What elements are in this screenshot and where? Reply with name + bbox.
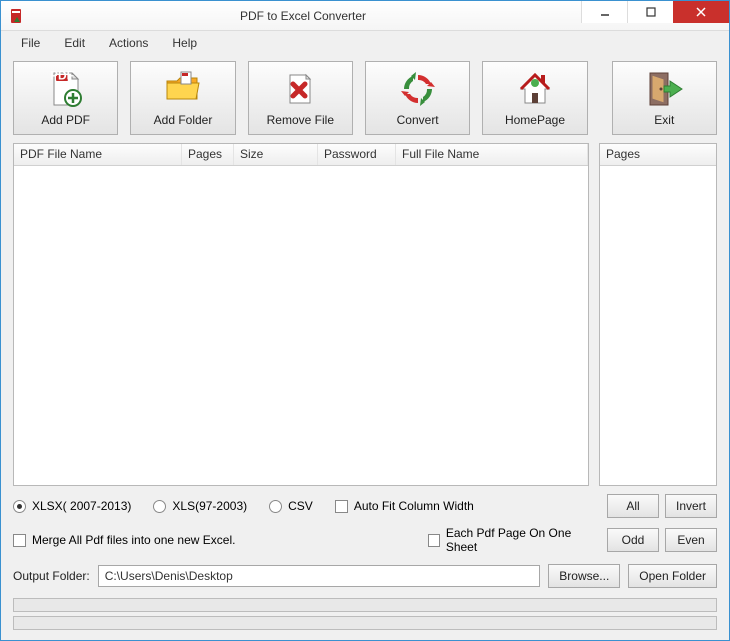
titlebar: PDF to Excel Converter: [1, 1, 729, 31]
radio-icon: [153, 500, 166, 513]
autofit-checkbox[interactable]: Auto Fit Column Width: [335, 499, 474, 513]
format-csv-radio[interactable]: CSV: [269, 499, 313, 513]
file-table[interactable]: PDF File Name Pages Size Password Full F…: [13, 143, 589, 486]
homepage-button[interactable]: HomePage: [482, 61, 587, 135]
pages-table-body[interactable]: [600, 166, 716, 485]
progress-bar-2: [13, 616, 717, 630]
col-password[interactable]: Password: [318, 144, 396, 165]
add-pdf-button[interactable]: PDF Add PDF: [13, 61, 118, 135]
format-xlsx-radio[interactable]: XLSX( 2007-2013): [13, 499, 131, 513]
col-filename[interactable]: PDF File Name: [14, 144, 182, 165]
remove-icon: [280, 69, 320, 109]
homepage-label: HomePage: [505, 113, 565, 127]
add-folder-label: Add Folder: [154, 113, 213, 127]
each-page-label: Each Pdf Page On One Sheet: [446, 526, 595, 554]
file-table-header: PDF File Name Pages Size Password Full F…: [14, 144, 588, 166]
menubar: File Edit Actions Help: [1, 31, 729, 55]
even-button[interactable]: Even: [665, 528, 717, 552]
pages-table[interactable]: Pages: [599, 143, 717, 486]
output-folder-label: Output Folder:: [13, 569, 90, 583]
radio-icon: [269, 500, 282, 513]
browse-button[interactable]: Browse...: [548, 564, 620, 588]
odd-button[interactable]: Odd: [607, 528, 659, 552]
radio-icon: [13, 500, 26, 513]
exit-button[interactable]: Exit: [612, 61, 717, 135]
output-folder-input[interactable]: [98, 565, 541, 587]
pages-table-header: Pages: [600, 144, 716, 166]
format-xls-radio[interactable]: XLS(97-2003): [153, 499, 247, 513]
autofit-label: Auto Fit Column Width: [354, 499, 474, 513]
remove-file-button[interactable]: Remove File: [248, 61, 353, 135]
merge-checkbox[interactable]: Merge All Pdf files into one new Excel.: [13, 533, 406, 547]
format-csv-label: CSV: [288, 499, 313, 513]
menu-file[interactable]: File: [11, 33, 50, 53]
menu-help[interactable]: Help: [162, 33, 207, 53]
remove-file-label: Remove File: [267, 113, 334, 127]
checkbox-icon: [13, 534, 26, 547]
convert-icon: [398, 69, 438, 109]
merge-label: Merge All Pdf files into one new Excel.: [32, 533, 235, 547]
file-table-body[interactable]: [14, 166, 588, 485]
maximize-button[interactable]: [627, 1, 673, 23]
progress-bar-1: [13, 598, 717, 612]
col-fullname[interactable]: Full File Name: [396, 144, 588, 165]
col-pages[interactable]: Pages: [182, 144, 234, 165]
convert-button[interactable]: Convert: [365, 61, 470, 135]
output-row: Output Folder: Browse... Open Folder: [1, 558, 729, 594]
each-page-checkbox[interactable]: Each Pdf Page On One Sheet: [428, 526, 595, 554]
window-title: PDF to Excel Converter: [25, 9, 581, 23]
app-icon: [9, 8, 25, 24]
close-button[interactable]: [673, 1, 729, 23]
invert-button[interactable]: Invert: [665, 494, 717, 518]
add-pdf-label: Add PDF: [41, 113, 90, 127]
exit-label: Exit: [654, 113, 674, 127]
add-folder-button[interactable]: Add Folder: [130, 61, 235, 135]
menu-actions[interactable]: Actions: [99, 33, 158, 53]
options-panel: XLSX( 2007-2013) XLS(97-2003) CSV Auto F…: [1, 486, 729, 558]
checkbox-icon: [335, 500, 348, 513]
checkbox-icon: [428, 534, 440, 547]
open-folder-button[interactable]: Open Folder: [628, 564, 717, 588]
minimize-button[interactable]: [581, 1, 627, 23]
toolbar: PDF Add PDF Add Folder Remove File Conve…: [1, 55, 729, 143]
svg-text:PDF: PDF: [50, 69, 74, 83]
all-button[interactable]: All: [607, 494, 659, 518]
menu-edit[interactable]: Edit: [54, 33, 95, 53]
home-icon: [515, 69, 555, 109]
col-side-pages[interactable]: Pages: [600, 144, 716, 165]
app-window: PDF to Excel Converter File Edit Actions…: [0, 0, 730, 641]
pdf-file-icon: PDF: [46, 69, 86, 109]
exit-icon: [644, 69, 684, 109]
window-controls: [581, 1, 729, 23]
format-xls-label: XLS(97-2003): [172, 499, 247, 513]
col-size[interactable]: Size: [234, 144, 318, 165]
convert-label: Convert: [397, 113, 439, 127]
folder-icon: [163, 69, 203, 109]
format-xlsx-label: XLSX( 2007-2013): [32, 499, 131, 513]
content-area: PDF File Name Pages Size Password Full F…: [1, 143, 729, 486]
progress-area: [1, 594, 729, 640]
